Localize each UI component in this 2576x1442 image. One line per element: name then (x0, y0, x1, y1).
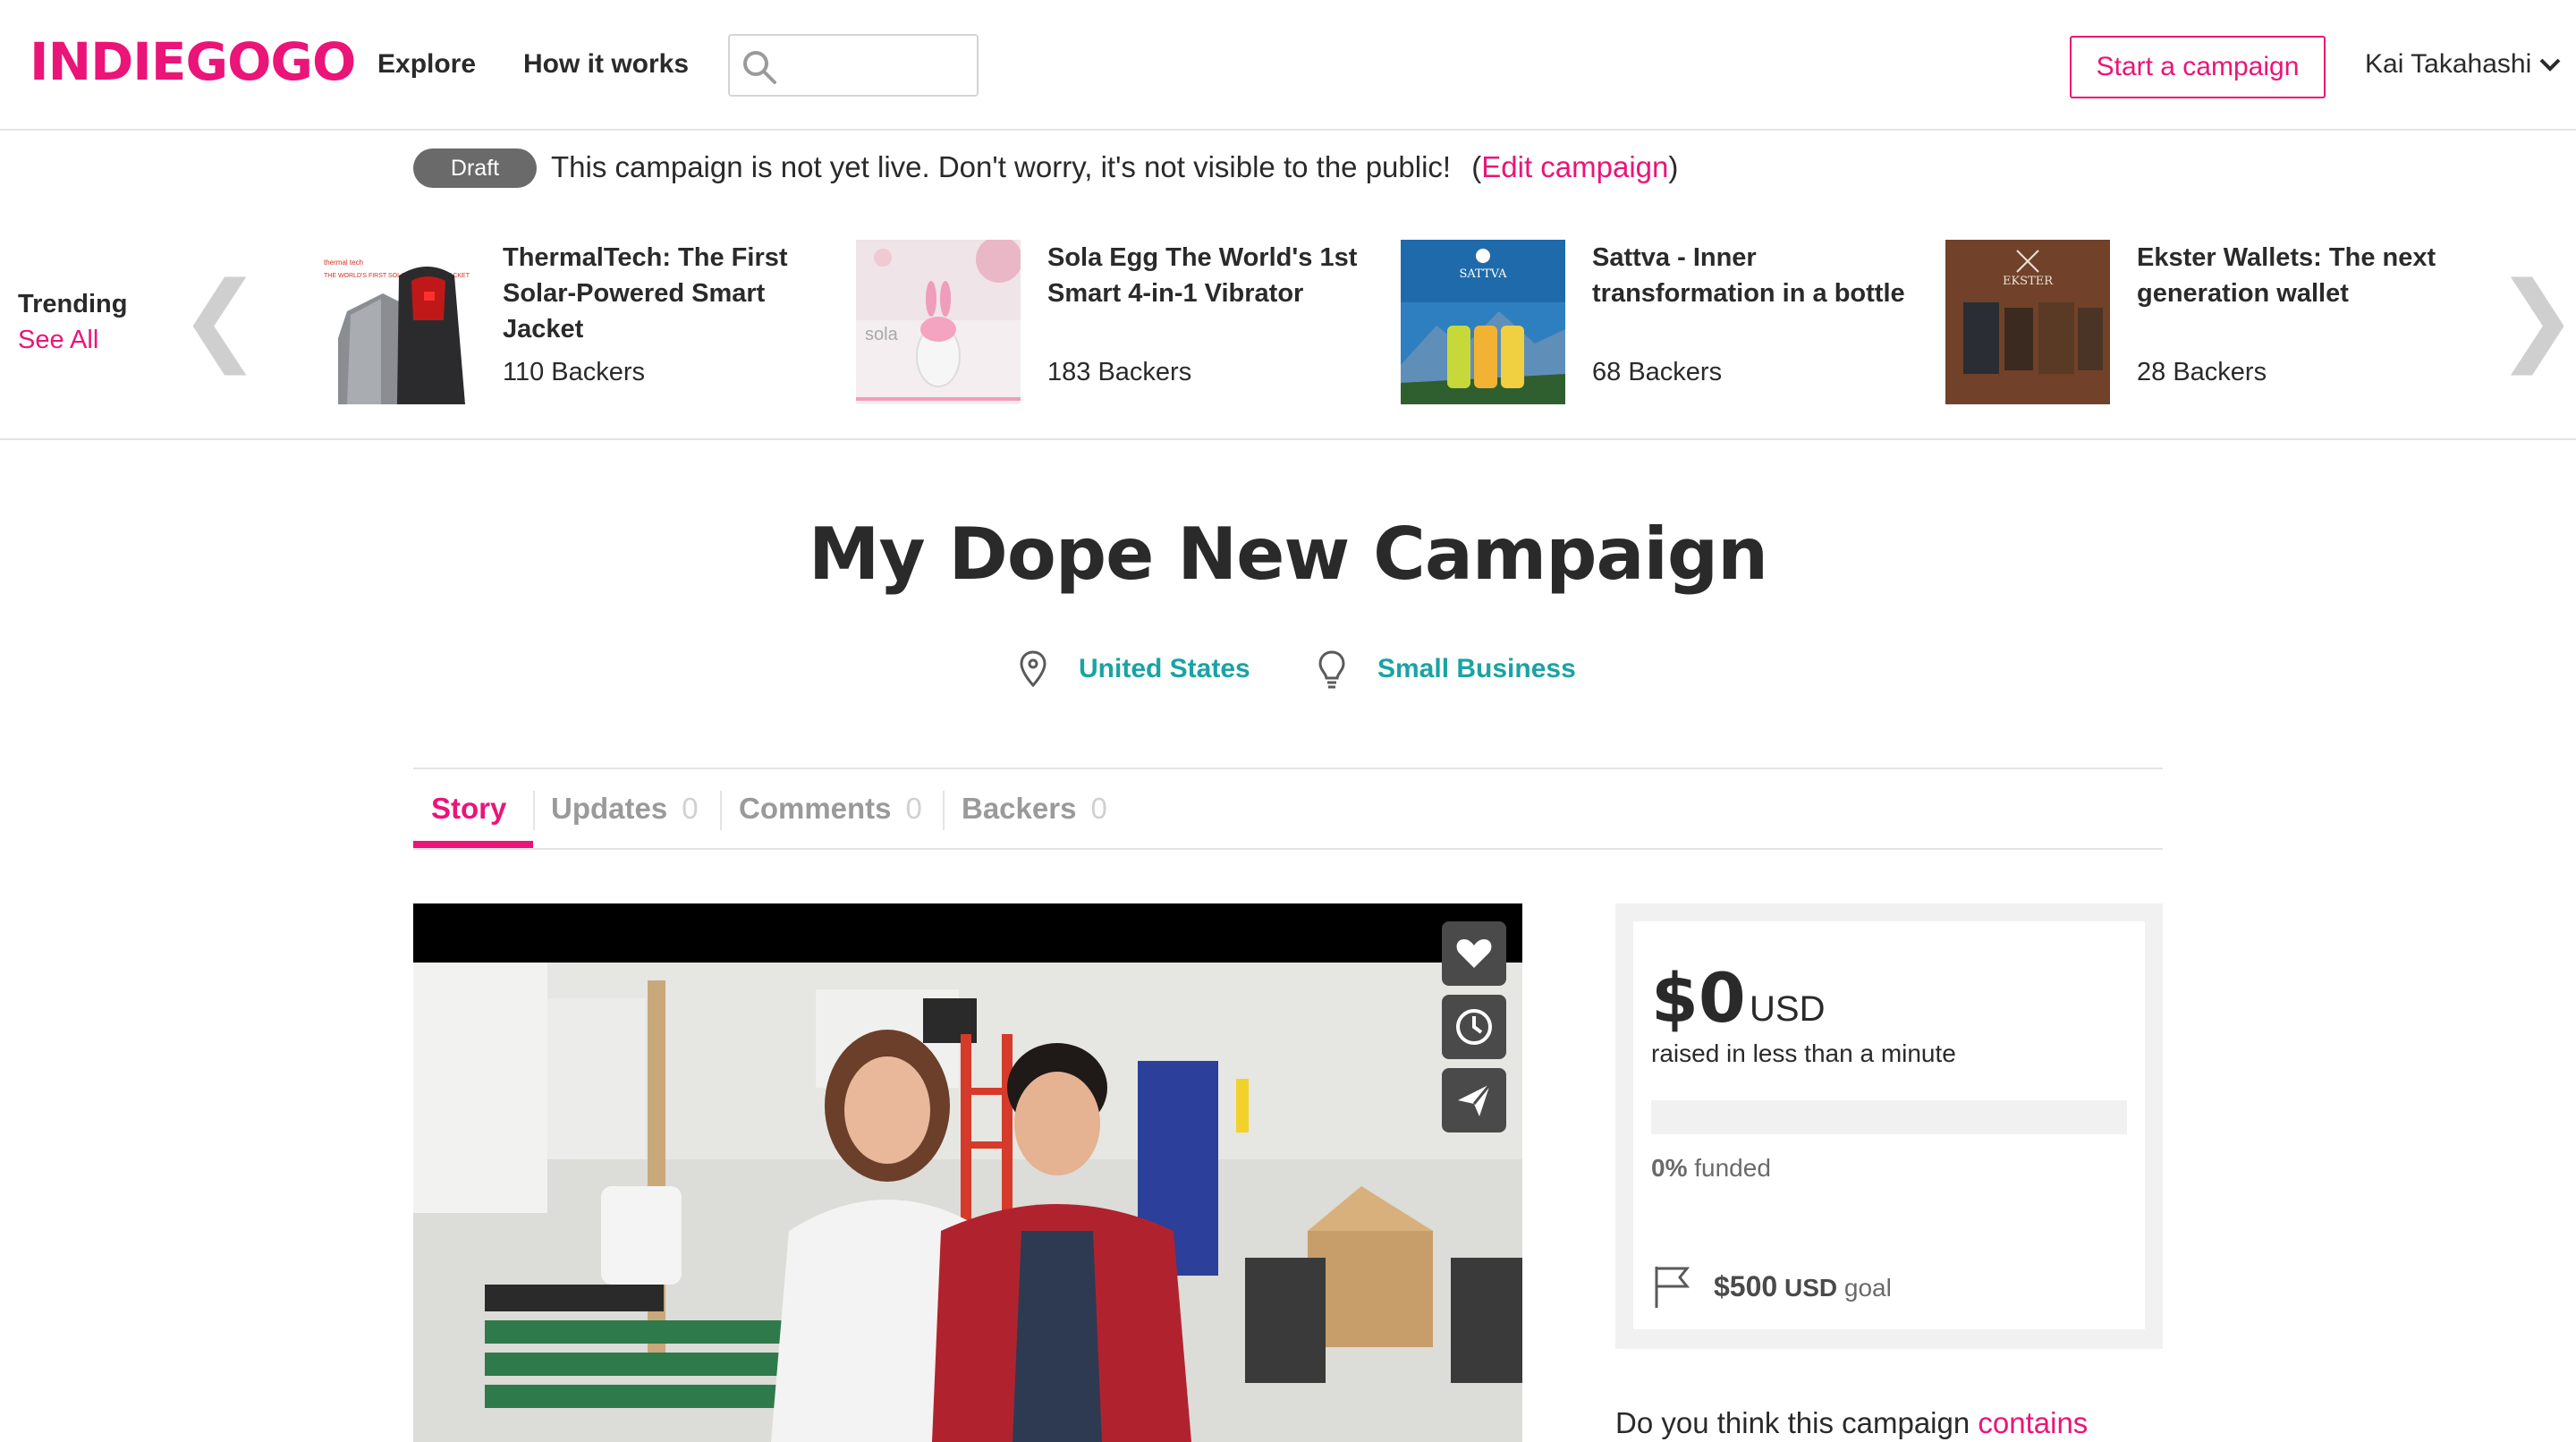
tabs-bottom-border (413, 848, 2163, 850)
tab-count: 0 (682, 792, 699, 825)
goal-amount: $500 (1714, 1270, 1778, 1302)
chevron-left-icon[interactable]: ❮ (179, 268, 261, 367)
campaign-location-link[interactable]: United States (1079, 651, 1250, 687)
raised-time-text: raised in less than a minute (1651, 1039, 1956, 1067)
campaign-category-link[interactable]: Small Business (1377, 651, 1576, 687)
trending-title: Sattva - Inner transformation in a bottl… (1592, 243, 1905, 308)
start-campaign-button[interactable]: Start a campaign (2070, 36, 2326, 98)
trending-backers: 68 Backers (1592, 358, 1723, 386)
remind-me-button[interactable] (1442, 995, 1506, 1059)
tab-count: 0 (905, 792, 922, 825)
search-icon (743, 51, 776, 84)
tab-active-underline (413, 841, 533, 848)
chevron-right-icon[interactable]: ❯ (2496, 268, 2576, 367)
share-button[interactable] (1442, 1068, 1506, 1132)
video-frame (413, 963, 1522, 1442)
thumb-text: SATTVA (1459, 267, 1507, 281)
draft-open-paren: ( (1471, 150, 1482, 183)
raised-amount: $0 (1651, 958, 1746, 1038)
tab-backers[interactable]: Backers 0 (962, 789, 1107, 828)
tab-comments[interactable]: Comments 0 (739, 789, 922, 828)
goal-label: goal (1843, 1274, 1892, 1302)
trending-backers: 110 Backers (503, 358, 646, 386)
tabs-top-border (413, 768, 2163, 769)
funding-goal: $500 USD goal (1714, 1268, 1892, 1306)
tab-separator (943, 791, 945, 830)
tab-story[interactable]: Story (431, 789, 506, 828)
campaign-video[interactable] (413, 903, 1522, 1442)
trending-card-sattva[interactable]: SATTVA Sattva - Inner transformation in … (1401, 240, 1919, 404)
favorite-button[interactable] (1442, 921, 1506, 986)
tab-updates[interactable]: Updates 0 (551, 789, 699, 828)
tab-separator (533, 791, 535, 830)
nav-how-it-works[interactable]: How it works (523, 47, 689, 82)
funded-status: 0% funded (1651, 1150, 1771, 1186)
heart-icon (1456, 939, 1492, 968)
funded-label: funded (1694, 1154, 1771, 1182)
trending-card-thermaltech[interactable]: thermal tech THE WORLD'S FIRST SOLAR-POW… (311, 240, 830, 404)
raised-currency: USD (1750, 989, 1826, 1029)
tab-separator (720, 791, 722, 830)
trending-title: Sola Egg The World's 1st Smart 4-in-1 Vi… (1047, 243, 1358, 308)
trending-backers: 183 Backers (1047, 358, 1192, 386)
svg-text:thermal tech: thermal tech (324, 259, 363, 267)
trending-card-sola-egg[interactable]: sola Sola Egg The World's 1st Smart 4-in… (856, 240, 1375, 404)
draft-close-paren: ) (1668, 150, 1679, 183)
tab-count: 0 (1090, 792, 1107, 825)
trending-thumb-sattva: SATTVA (1401, 240, 1565, 404)
trending-backers: 28 Backers (2137, 358, 2267, 386)
tab-label: Updates (551, 792, 668, 825)
report-question: Do you think this campaign contains (1615, 1403, 2088, 1442)
search-input[interactable] (787, 45, 966, 86)
funded-percent: 0% (1651, 1154, 1688, 1182)
user-menu[interactable]: Kai Takahashi (2365, 47, 2561, 82)
lightbulb-icon (1318, 650, 1345, 689)
trending-heading: Trending (18, 290, 128, 318)
campaign-title: My Dope New Campaign (808, 513, 1768, 596)
goal-currency: USD (1784, 1274, 1838, 1302)
trending-thumb-thermaltech: thermal tech THE WORLD'S FIRST SOLAR-POW… (311, 240, 476, 404)
report-contains-link[interactable]: contains (1978, 1406, 2088, 1439)
report-question-text: Do you think this campaign (1615, 1406, 1970, 1439)
tab-label: Backers (962, 792, 1077, 825)
flag-icon (1655, 1267, 1690, 1308)
trending-thumb-ekster: EKSTER (1945, 240, 2110, 404)
trending-divider (0, 438, 2576, 440)
share-plane-icon (1458, 1083, 1492, 1116)
edit-campaign-link[interactable]: Edit campaign (1481, 150, 1668, 183)
indiegogo-logo[interactable]: INDIEGOGO (30, 30, 356, 93)
draft-badge: Draft (413, 148, 537, 188)
search-box[interactable] (728, 34, 979, 97)
user-name: Kai Takahashi (2365, 49, 2532, 79)
trending-see-all-link[interactable]: See All (18, 322, 98, 358)
thumb-text: EKSTER (2003, 275, 2054, 288)
trending-thumb-sola-egg: sola (856, 240, 1021, 404)
thumb-text: sola (865, 325, 899, 344)
trending-title: ThermalTech: The First Solar-Powered Sma… (503, 243, 788, 344)
trending-title: Ekster Wallets: The next generation wall… (2137, 243, 2436, 308)
funding-progress-bar (1651, 1100, 2127, 1134)
draft-message: This campaign is not yet live. Don't wor… (551, 150, 1452, 183)
location-pin-icon (1020, 650, 1046, 688)
tab-label: Comments (739, 792, 892, 825)
top-header: INDIEGOGO Explore How it works Start a c… (0, 0, 2576, 131)
nav-explore[interactable]: Explore (377, 47, 476, 82)
chevron-down-icon (2539, 58, 2561, 72)
trending-card-ekster[interactable]: EKSTER Ekster Wallets: The next generati… (1945, 240, 2464, 404)
draft-notice: This campaign is not yet live. Don't wor… (551, 147, 1678, 188)
tab-label: Story (431, 792, 507, 825)
clock-icon (1456, 1009, 1492, 1045)
